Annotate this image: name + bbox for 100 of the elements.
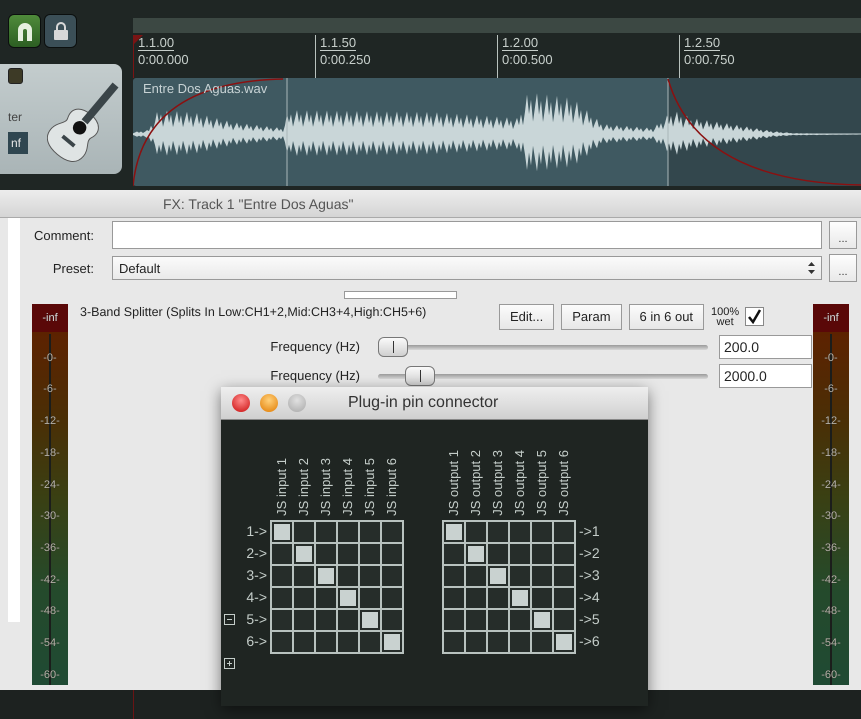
parameter-value-field[interactable]: 2000.0	[719, 364, 812, 388]
more-button[interactable]: ...	[829, 221, 857, 249]
close-button[interactable]	[232, 394, 250, 412]
pin-cell[interactable]	[532, 544, 552, 564]
pin-cell[interactable]	[272, 610, 292, 630]
track-button[interactable]	[8, 68, 23, 84]
pin-cell[interactable]	[488, 610, 508, 630]
plugin-button[interactable]: Edit...	[499, 304, 554, 330]
pin-cell[interactable]	[360, 632, 380, 652]
more-button[interactable]: ...	[829, 254, 857, 282]
toolbar-button[interactable]	[44, 14, 77, 48]
resize-handle[interactable]	[344, 291, 457, 299]
pin-cell[interactable]	[316, 610, 336, 630]
pin-cell[interactable]	[532, 522, 552, 542]
pin-cell[interactable]	[272, 544, 292, 564]
pin-cell[interactable]	[444, 522, 464, 542]
pin-cell[interactable]	[382, 522, 402, 542]
pin-cell[interactable]	[444, 566, 464, 586]
pin-cell[interactable]	[272, 632, 292, 652]
parameter-slider[interactable]	[378, 366, 708, 386]
pin-cell[interactable]	[532, 610, 552, 630]
pin-cell[interactable]	[272, 522, 292, 542]
pin-cell[interactable]	[466, 566, 486, 586]
pin-cell[interactable]	[510, 544, 530, 564]
pin-column-label: JS input 6	[384, 458, 398, 516]
pin-cell[interactable]	[316, 544, 336, 564]
pin-cell[interactable]	[510, 566, 530, 586]
meter-scale-label: -24-	[821, 478, 841, 491]
pin-cell[interactable]	[338, 610, 358, 630]
pin-cell[interactable]	[510, 588, 530, 608]
pin-cell[interactable]	[272, 566, 292, 586]
pin-cell[interactable]	[294, 588, 314, 608]
pin-cell[interactable]	[294, 544, 314, 564]
pin-cell[interactable]	[360, 588, 380, 608]
pin-cell[interactable]	[316, 588, 336, 608]
parameter-label: Frequency (Hz)	[269, 339, 360, 354]
plugin-button[interactable]: 6 in 6 out	[628, 304, 704, 330]
pin-cell[interactable]	[316, 632, 336, 652]
pin-cell[interactable]	[382, 588, 402, 608]
pin-cell[interactable]	[466, 522, 486, 542]
pin-cell[interactable]	[294, 610, 314, 630]
pin-cell[interactable]	[488, 632, 508, 652]
pin-cell[interactable]	[532, 566, 552, 586]
pin-cell[interactable]	[466, 588, 486, 608]
meter-scale-label: -18-	[40, 446, 60, 459]
pin-cell[interactable]	[466, 610, 486, 630]
pin-row-label: ->3	[579, 567, 601, 583]
pin-cell[interactable]	[382, 566, 402, 586]
plugin-button[interactable]: Param	[561, 304, 622, 330]
slider-thumb[interactable]	[405, 366, 435, 386]
pin-cell[interactable]	[444, 610, 464, 630]
pin-cell[interactable]	[382, 544, 402, 564]
pin-cell[interactable]	[510, 522, 530, 542]
pin-cell[interactable]	[444, 588, 464, 608]
pin-cell[interactable]	[554, 566, 574, 586]
pin-cell[interactable]	[338, 566, 358, 586]
pin-cell[interactable]	[382, 610, 402, 630]
pin-cell[interactable]	[488, 522, 508, 542]
pin-cell[interactable]	[338, 632, 358, 652]
slider-thumb[interactable]	[378, 336, 408, 356]
expand-icon[interactable]	[224, 658, 235, 668]
pin-cell[interactable]	[338, 544, 358, 564]
pin-cell[interactable]	[554, 632, 574, 652]
pin-cell[interactable]	[554, 522, 574, 542]
pin-cell[interactable]	[294, 566, 314, 586]
pin-cell[interactable]	[360, 610, 380, 630]
pin-cell[interactable]	[466, 544, 486, 564]
pin-cell[interactable]	[382, 632, 402, 652]
pin-cell[interactable]	[554, 610, 574, 630]
pin-cell[interactable]	[294, 632, 314, 652]
pin-cell[interactable]	[338, 588, 358, 608]
pin-cell[interactable]	[554, 588, 574, 608]
pin-cell[interactable]	[488, 588, 508, 608]
pin-cell[interactable]	[338, 522, 358, 542]
pin-cell[interactable]	[466, 632, 486, 652]
pin-cell[interactable]	[488, 566, 508, 586]
meter-scale-label: -42-	[40, 574, 60, 586]
pin-cell[interactable]	[532, 632, 552, 652]
parameter-value-field[interactable]: 200.0	[719, 334, 812, 358]
bar-label: 1.2.50	[684, 35, 720, 51]
pin-cell[interactable]	[554, 544, 574, 564]
pin-cell[interactable]	[444, 544, 464, 564]
pin-cell[interactable]	[488, 544, 508, 564]
pin-cell[interactable]	[360, 566, 380, 586]
pin-cell[interactable]	[294, 522, 314, 542]
pin-cell[interactable]	[532, 588, 552, 608]
toolbar-button[interactable]	[8, 14, 41, 48]
pin-cell[interactable]	[360, 522, 380, 542]
pin-cell[interactable]	[444, 632, 464, 652]
pin-cell[interactable]	[510, 632, 530, 652]
parameter-slider[interactable]	[378, 336, 708, 356]
pin-cell[interactable]	[316, 522, 336, 542]
pin-cell[interactable]	[510, 610, 530, 630]
pin-cell[interactable]	[272, 588, 292, 608]
collapse-icon[interactable]	[224, 614, 235, 624]
pin-cell[interactable]	[360, 544, 380, 564]
comment-field[interactable]	[112, 221, 822, 249]
preset-dropdown[interactable]: Default	[112, 256, 822, 280]
pin-cell[interactable]	[316, 566, 336, 586]
enable-checkbox[interactable]	[745, 307, 764, 326]
